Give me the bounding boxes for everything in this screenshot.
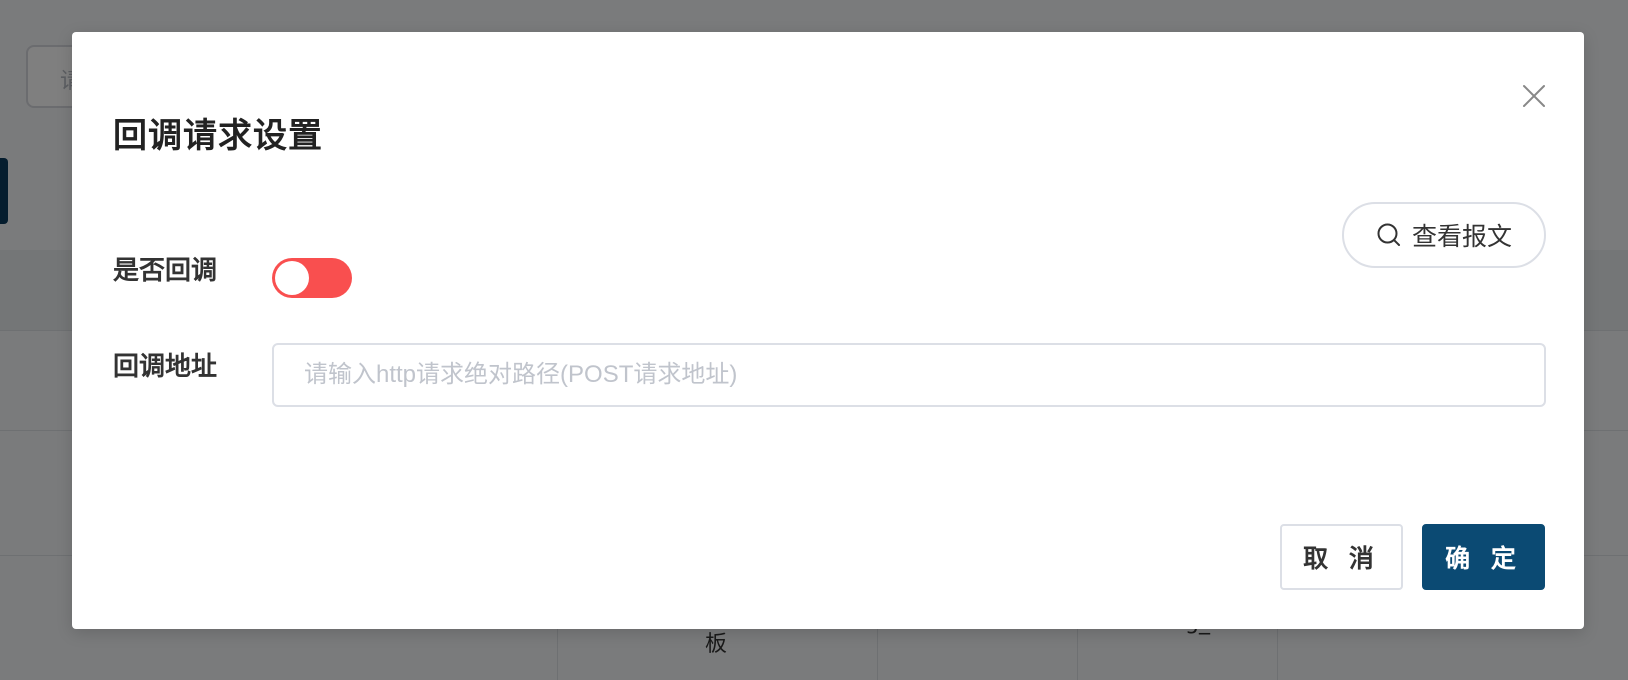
dialog-title: 回调请求设置 xyxy=(113,116,323,156)
callback-toggle-label: 是否回调 xyxy=(113,256,218,286)
callback-url-label: 回调地址 xyxy=(113,352,218,382)
view-message-button[interactable]: 查看报文 xyxy=(1342,202,1546,268)
callback-toggle-switch[interactable] xyxy=(272,258,352,298)
view-message-label: 查看报文 xyxy=(1411,222,1512,251)
cancel-button[interactable]: 取 消 xyxy=(1280,524,1403,590)
callback-url-input[interactable] xyxy=(272,343,1546,407)
search-icon xyxy=(1377,223,1400,246)
toggle-knob xyxy=(275,261,309,295)
confirm-button[interactable]: 确 定 xyxy=(1422,524,1545,590)
close-icon xyxy=(1523,85,1545,107)
close-button[interactable] xyxy=(1514,76,1554,116)
callback-settings-dialog: 回调请求设置 查看报文 是否回调 回调地址 取 消 确 定 xyxy=(72,32,1584,629)
